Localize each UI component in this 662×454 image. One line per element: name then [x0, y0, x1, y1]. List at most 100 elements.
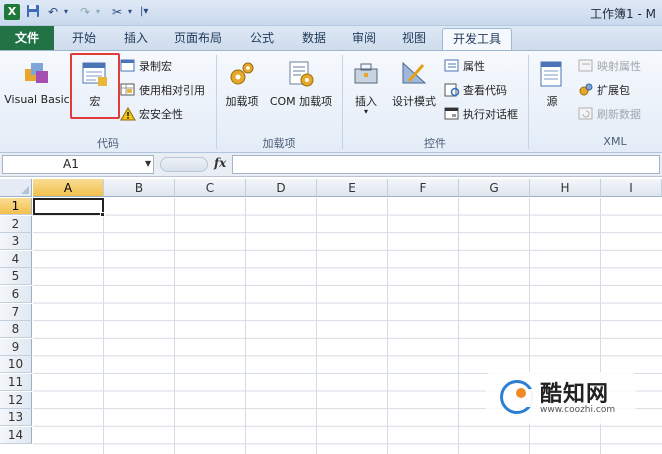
column-header[interactable]: C	[175, 179, 246, 197]
row-header[interactable]: 11	[0, 374, 32, 391]
name-box-dropdown-icon[interactable]: ▼	[145, 159, 151, 168]
expansion-packs-icon	[578, 83, 594, 97]
row-header[interactable]: 3	[0, 233, 32, 251]
ribbon: Visual Basic 宏 录制宏 使用相对引用 宏安全性 代码 加载项 CO…	[0, 50, 662, 153]
tab-developer[interactable]: 开发工具	[442, 28, 512, 50]
redo-icon[interactable]: ↷	[80, 4, 90, 20]
save-icon[interactable]	[26, 4, 40, 20]
map-properties-button[interactable]: 映射属性	[578, 57, 641, 77]
xml-group-label: XML	[603, 135, 627, 148]
warning-icon	[120, 107, 136, 121]
insert-function-icon[interactable]: fx	[214, 156, 226, 170]
insert-control-button[interactable]: 插入 ▾	[346, 53, 386, 116]
window-title: 工作簿1 - M	[590, 7, 656, 21]
properties-label: 属性	[463, 60, 485, 73]
tools-icon[interactable]: ✂	[112, 4, 122, 20]
customize-toolbar-icon[interactable]: |▾	[140, 4, 148, 20]
view-code-label: 查看代码	[463, 84, 507, 97]
tab-formulas[interactable]: 公式	[240, 28, 284, 50]
view-code-button[interactable]: 查看代码	[444, 81, 507, 101]
visual-basic-icon	[25, 63, 48, 83]
row-header[interactable]: 7	[0, 303, 32, 321]
com-addins-button[interactable]: COM 加载项	[264, 53, 338, 113]
select-all-icon	[21, 186, 29, 194]
record-macro-icon	[120, 59, 136, 73]
addins-group-label: 加载项	[262, 137, 296, 150]
tab-file[interactable]: 文件	[0, 26, 54, 50]
map-properties-icon	[578, 59, 594, 73]
row-header[interactable]: 12	[0, 391, 32, 409]
addins-label: 加载项	[225, 95, 259, 108]
name-box[interactable]: A1	[2, 155, 154, 174]
expansion-packs-button[interactable]: 扩展包	[578, 81, 630, 101]
undo-icon[interactable]: ↶	[48, 4, 58, 20]
row-header[interactable]: 4	[0, 250, 32, 268]
select-all-corner[interactable]	[0, 179, 32, 197]
toolbox-icon	[354, 63, 378, 84]
run-dialog-button[interactable]: 执行对话框	[444, 105, 518, 125]
title-bar: X ↶ ▾ ↷ ▾ ✂ ▾ |▾ 工作簿1 - M	[0, 0, 662, 26]
tab-review[interactable]: 审阅	[342, 28, 386, 50]
row-header[interactable]: 8	[0, 321, 32, 339]
excel-logo-icon[interactable]: X	[4, 4, 20, 20]
column-header[interactable]: E	[317, 179, 388, 197]
code-group-label: 代码	[97, 137, 119, 150]
row-header[interactable]: 14	[0, 426, 32, 444]
coozhi-watermark: 酷知网 www.coozhi.com	[486, 372, 636, 424]
active-cell-a1[interactable]	[33, 198, 104, 215]
row-header[interactable]: 6	[0, 286, 32, 303]
tab-view[interactable]: 视图	[392, 28, 436, 50]
tab-page-layout[interactable]: 页面布局	[166, 28, 230, 50]
formula-bar-resize-handle[interactable]	[160, 157, 208, 172]
expansion-packs-label: 扩展包	[597, 84, 630, 97]
gear-icon	[230, 62, 254, 85]
column-header[interactable]: I	[601, 179, 662, 197]
row-header[interactable]: 2	[0, 215, 32, 233]
undo-dropdown-icon[interactable]: ▾	[64, 4, 68, 20]
properties-button[interactable]: 属性	[444, 57, 485, 77]
record-macro-button[interactable]: 录制宏	[120, 57, 172, 77]
row-header[interactable]: 5	[0, 268, 32, 286]
column-header[interactable]: F	[388, 179, 459, 197]
xml-source-button[interactable]: 源	[532, 53, 572, 113]
row-header[interactable]: 1	[0, 198, 32, 215]
fill-handle[interactable]	[100, 212, 105, 217]
addins-button[interactable]: 加载项	[220, 53, 264, 113]
relative-reference-icon	[120, 83, 136, 97]
refresh-data-button[interactable]: 刷新数据	[578, 105, 641, 125]
formula-input[interactable]	[232, 155, 660, 174]
coozhi-logo-dot	[516, 388, 526, 398]
design-mode-label: 设计模式	[392, 95, 436, 108]
redo-dropdown-icon[interactable]: ▾	[96, 4, 100, 20]
tab-data[interactable]: 数据	[292, 28, 336, 50]
formula-bar: A1 ▼ fx	[0, 153, 662, 177]
row-header[interactable]: 9	[0, 338, 32, 356]
use-relative-reference-button[interactable]: 使用相对引用	[120, 81, 205, 101]
map-properties-label: 映射属性	[597, 60, 641, 73]
column-header[interactable]: A	[33, 179, 104, 197]
watermark-name: 酷知网	[540, 382, 610, 407]
macro-security-label: 宏安全性	[139, 108, 183, 121]
visual-basic-label: Visual Basic	[4, 93, 70, 106]
tab-insert[interactable]: 插入	[114, 28, 158, 50]
row-header[interactable]: 13	[0, 409, 32, 427]
column-header[interactable]: G	[459, 179, 530, 197]
tab-home[interactable]: 开始	[62, 28, 106, 50]
macro-security-button[interactable]: 宏安全性	[120, 105, 183, 125]
row-header[interactable]: 10	[0, 356, 32, 374]
com-addins-icon	[289, 61, 314, 87]
column-header[interactable]: H	[530, 179, 601, 197]
visual-basic-button[interactable]: Visual Basic	[2, 53, 72, 113]
view-code-icon	[444, 83, 460, 97]
ribbon-tabs: 文件 开始 插入 页面布局 公式 数据 审阅 视图 开发工具	[0, 26, 662, 50]
design-mode-icon	[402, 61, 427, 84]
xml-source-icon	[540, 61, 562, 87]
column-header[interactable]: D	[246, 179, 317, 197]
refresh-icon	[578, 107, 594, 121]
design-mode-button[interactable]: 设计模式	[386, 53, 442, 113]
tools-dropdown-icon[interactable]: ▾	[128, 4, 132, 20]
xml-source-label: 源	[546, 95, 558, 108]
watermark-url: www.coozhi.com	[540, 405, 616, 415]
record-macro-label: 录制宏	[139, 60, 172, 73]
column-header[interactable]: B	[104, 179, 175, 197]
